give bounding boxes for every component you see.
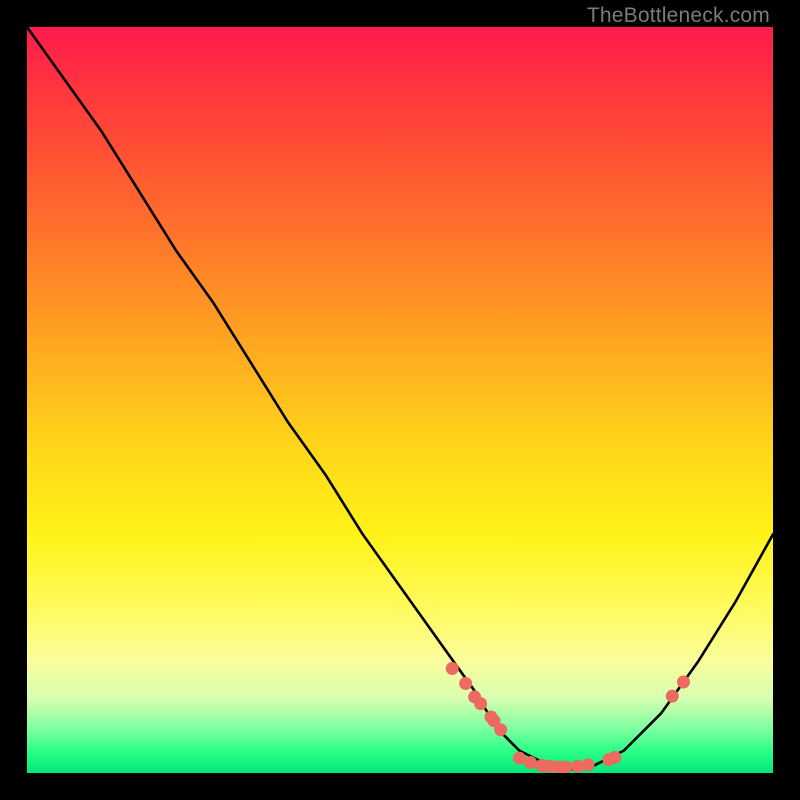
data-marker xyxy=(474,697,487,710)
data-marker xyxy=(446,662,459,675)
data-marker xyxy=(513,752,526,765)
attribution-text: TheBottleneck.com xyxy=(587,4,770,28)
curve-layer xyxy=(27,27,773,773)
data-marker xyxy=(677,675,690,688)
data-marker xyxy=(559,761,572,773)
data-marker xyxy=(581,758,594,771)
data-marker xyxy=(608,751,621,764)
plot-area xyxy=(27,27,773,773)
chart-frame: TheBottleneck.com xyxy=(0,0,800,800)
data-markers xyxy=(446,662,690,773)
data-marker xyxy=(494,723,507,736)
bottleneck-curve xyxy=(27,27,773,769)
data-marker xyxy=(524,756,537,769)
data-marker xyxy=(459,677,472,690)
data-marker xyxy=(666,690,679,703)
